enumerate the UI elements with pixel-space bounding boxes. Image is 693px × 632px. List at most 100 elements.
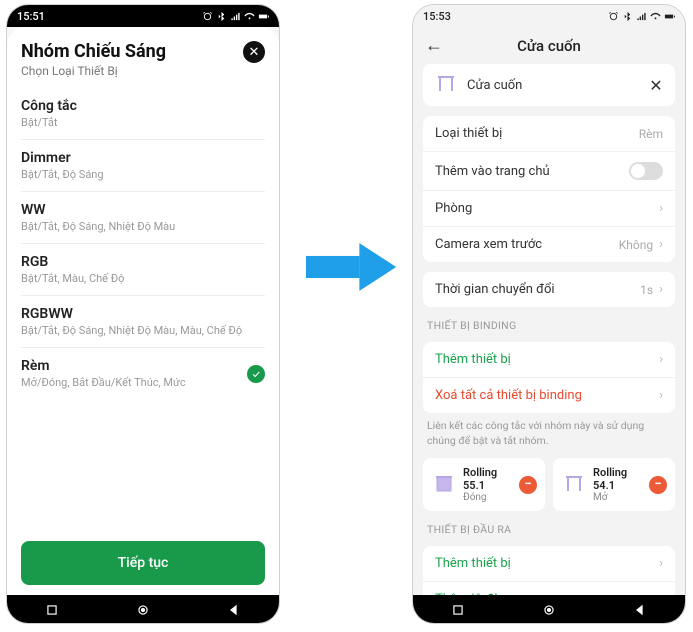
curtain-closed-icon <box>431 472 457 498</box>
value: Không <box>619 238 653 252</box>
section-output: THIẾT BỊ ĐẦU RA <box>427 523 671 536</box>
row-camera[interactable]: Camera xem trước Không › <box>423 227 675 262</box>
name-field[interactable]: Cửa cuốn <box>467 78 639 93</box>
status-bar: 15:51 <box>7 5 279 27</box>
back-icon[interactable] <box>633 603 647 617</box>
chevron-right-icon: › <box>659 282 663 297</box>
row-add-home[interactable]: Thêm vào trang chủ <box>423 152 675 191</box>
status-icons <box>202 11 269 22</box>
bluetooth-icon <box>622 11 633 22</box>
modal-header: Nhóm Chiếu Sáng Chọn Loại Thiết Bị ✕ <box>21 41 265 78</box>
curtain-open-icon <box>561 472 587 498</box>
label: Loại thiết bị <box>435 126 502 141</box>
recent-icon[interactable] <box>451 603 465 617</box>
binding-helper: Liên kết các công tắc với nhóm này và sử… <box>427 419 671 448</box>
device-name: Công tắc <box>21 98 77 114</box>
bluetooth-icon <box>216 11 227 22</box>
value: Rèm <box>639 127 663 141</box>
back-button[interactable]: ← <box>423 35 445 56</box>
device-item[interactable]: WW Bật/Tắt, Độ Sáng, Nhiệt Độ Màu <box>21 192 265 244</box>
curtain-icon <box>433 72 459 98</box>
right-content: ← Cửa cuốn Cửa cuốn ✕ Loại thiết bị Rèm … <box>413 27 685 595</box>
chevron-right-icon: › <box>659 201 663 216</box>
wifi-icon <box>650 11 661 22</box>
value: 1s <box>640 283 653 297</box>
device-item[interactable]: RGB Bật/Tắt, Màu, Chế Độ <box>21 244 265 296</box>
binding-state: Đóng <box>463 492 513 503</box>
device-desc: Bật/Tắt, Độ Sáng, Nhiệt Độ Màu <box>21 220 175 233</box>
binding-card: Thêm thiết bị › Xoá tất cả thiết bị bind… <box>423 342 675 413</box>
chevron-right-icon: › <box>659 237 663 252</box>
home-toggle[interactable] <box>629 162 663 180</box>
device-desc: Bật/Tắt, Độ Sáng <box>21 168 104 181</box>
battery-icon <box>664 11 675 22</box>
device-name: RGBWW <box>21 306 242 322</box>
home-icon[interactable] <box>136 603 150 617</box>
recent-icon[interactable] <box>45 603 59 617</box>
remove-binding-button[interactable]: − <box>649 476 667 494</box>
device-name: WW <box>21 202 175 218</box>
close-button[interactable]: ✕ <box>243 41 265 63</box>
row-device-type: Loại thiết bị Rèm <box>423 116 675 152</box>
binding-item[interactable]: Rolling 55.1 Đóng − <box>423 458 545 511</box>
device-name: RGB <box>21 254 124 270</box>
modal-subtitle: Chọn Loại Thiết Bị <box>21 64 166 78</box>
chevron-right-icon: › <box>659 352 663 367</box>
label: Thêm lộ đèn <box>435 592 507 595</box>
label: Phòng <box>435 201 472 216</box>
name-card: Cửa cuốn ✕ <box>423 64 675 106</box>
label: Camera xem trước <box>435 237 542 252</box>
appbar: ← Cửa cuốn <box>413 27 685 64</box>
android-navbar <box>413 595 685 624</box>
device-item[interactable]: Rèm Mở/Đóng, Bắt Đầu/Kết Thúc, Mức <box>21 348 265 399</box>
output-card: Thêm thiết bị › Thêm lộ đèn › <box>423 546 675 595</box>
remove-binding-button[interactable]: − <box>519 476 537 494</box>
page-title: Cửa cuốn <box>455 37 643 55</box>
device-desc: Bật/Tắt, Màu, Chế Độ <box>21 272 124 285</box>
continue-button[interactable]: Tiếp tục <box>21 541 265 585</box>
phone-right: 15:53 ← Cửa cuốn Cửa cuốn ✕ Loại thiết b… <box>412 4 686 624</box>
battery-icon <box>258 11 269 22</box>
label: Thời gian chuyển đổi <box>435 282 555 297</box>
flow-arrow-icon <box>306 236 398 298</box>
binding-list: Rolling 55.1 Đóng − Rolling 54.1 Mở − <box>423 458 675 511</box>
chevron-right-icon: › <box>659 556 663 571</box>
clear-name-icon[interactable]: ✕ <box>647 76 665 95</box>
status-time: 15:51 <box>17 10 45 23</box>
status-icons <box>608 11 675 22</box>
settings-card: Loại thiết bị Rèm Thêm vào trang chủ Phò… <box>423 116 675 262</box>
wifi-icon <box>244 11 255 22</box>
label: Thêm thiết bị <box>435 556 511 571</box>
chevron-right-icon: › <box>659 388 663 403</box>
binding-name: Rolling 54.1 <box>593 466 643 492</box>
row-room[interactable]: Phòng › <box>423 191 675 227</box>
row-add-lamp[interactable]: Thêm lộ đèn › <box>423 582 675 595</box>
status-bar: 15:53 <box>413 5 685 27</box>
binding-state: Mở <box>593 492 643 503</box>
alarm-icon <box>202 11 213 22</box>
device-item[interactable]: Công tắc Bật/Tắt <box>21 88 265 140</box>
device-item[interactable]: Dimmer Bật/Tắt, Độ Sáng <box>21 140 265 192</box>
label: Xoá tất cả thiết bị binding <box>435 388 582 403</box>
android-navbar <box>7 595 279 624</box>
home-icon[interactable] <box>542 603 556 617</box>
device-desc: Mở/Đóng, Bắt Đầu/Kết Thúc, Mức <box>21 376 186 389</box>
modal-title: Nhóm Chiếu Sáng <box>21 41 166 62</box>
row-clear-binding[interactable]: Xoá tất cả thiết bị binding › <box>423 378 675 413</box>
label: Thêm thiết bị <box>435 352 511 367</box>
section-binding: THIẾT BỊ BINDING <box>427 319 671 332</box>
check-icon <box>247 365 265 383</box>
row-transition[interactable]: Thời gian chuyển đổi 1s › <box>423 272 675 307</box>
phone-left: 15:51 Nhóm Chiếu Sáng Chọn Loại Thiết Bị… <box>6 4 280 624</box>
status-time: 15:53 <box>423 10 451 23</box>
binding-item[interactable]: Rolling 54.1 Mở − <box>553 458 675 511</box>
signal-icon <box>230 11 241 22</box>
device-desc: Bật/Tắt, Độ Sáng, Nhiệt Độ Màu, Màu, Chế… <box>21 324 242 337</box>
device-desc: Bật/Tắt <box>21 116 77 129</box>
device-list: Công tắc Bật/Tắt Dimmer Bật/Tắt, Độ Sáng… <box>21 88 265 533</box>
row-add-output[interactable]: Thêm thiết bị › <box>423 546 675 582</box>
back-icon[interactable] <box>227 603 241 617</box>
device-item[interactable]: RGBWW Bật/Tắt, Độ Sáng, Nhiệt Độ Màu, Mà… <box>21 296 265 348</box>
left-content: Nhóm Chiếu Sáng Chọn Loại Thiết Bị ✕ Côn… <box>7 27 279 595</box>
row-add-binding[interactable]: Thêm thiết bị › <box>423 342 675 378</box>
